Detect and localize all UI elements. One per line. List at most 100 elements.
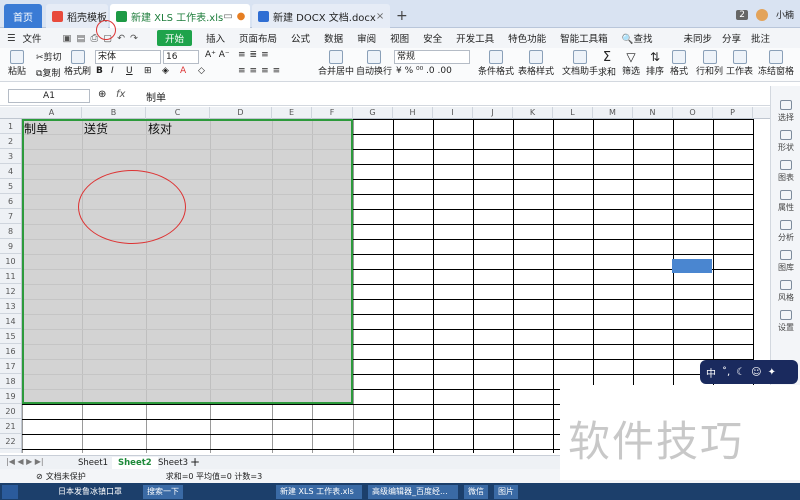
column-header-g[interactable]: G (353, 107, 393, 119)
ime-lang[interactable]: 中 (706, 365, 716, 380)
align-buttons[interactable]: ≡≡≡≡ (238, 66, 284, 76)
add-sheet-icon[interactable]: + (190, 455, 200, 469)
sidebar-item-1[interactable]: 形状 (771, 130, 800, 153)
row-header-22[interactable]: 22 (0, 434, 21, 449)
font-size-select[interactable]: 16 (163, 50, 199, 64)
sheet-nav-icon[interactable]: |◀ ◀ ▶ ▶| (6, 457, 44, 466)
underline-button[interactable]: U (126, 66, 133, 76)
menu-item-toolbox[interactable]: 智能工具箱 (560, 31, 608, 45)
clear-format-icon[interactable]: ◇ (198, 66, 205, 76)
fill-color-icon[interactable]: ◈ (162, 66, 169, 76)
share-button[interactable]: 分享 (722, 31, 741, 45)
font-select[interactable]: 宋体 (95, 50, 161, 64)
task-item-xls[interactable]: 新建 XLS 工作表.xls (276, 484, 362, 499)
border-icon[interactable]: ⊞ (144, 66, 152, 76)
column-header-a[interactable]: A (22, 107, 82, 119)
row-header-15[interactable]: 15 (0, 329, 21, 344)
new-tab-button[interactable]: + (396, 8, 408, 24)
menu-item-page-layout[interactable]: 页面布局 (239, 31, 277, 45)
task-item-browser[interactable]: 高级编辑器_百度经... (368, 484, 458, 499)
sidebar-item-4[interactable]: 分析 (771, 220, 800, 243)
column-header-i[interactable]: I (433, 107, 473, 119)
task-item-search[interactable]: 搜索一下 (143, 484, 183, 499)
column-header-o[interactable]: O (673, 107, 713, 119)
tab-home[interactable]: 首页 (4, 4, 42, 28)
moon-icon[interactable]: ☾ (736, 367, 745, 378)
format-painter-button[interactable]: 格式刷 (64, 50, 91, 77)
number-format-select[interactable]: 常规 (394, 50, 470, 64)
number-buttons[interactable]: ¥ % ⁰⁰ .0 .00 (396, 66, 452, 76)
zoom-icon[interactable]: ⊕ (98, 89, 106, 100)
sidebar-item-5[interactable]: 图库 (771, 250, 800, 273)
row-header-21[interactable]: 21 (0, 419, 21, 434)
row-header-14[interactable]: 14 (0, 314, 21, 329)
format-button[interactable]: 格式 (670, 50, 688, 77)
menu-file[interactable]: 文件 (23, 31, 42, 45)
sheet-tab-3[interactable]: Sheet3 (152, 457, 194, 469)
row-header-4[interactable]: 4 (0, 164, 21, 179)
task-item-wechat[interactable]: 微信 (464, 484, 488, 499)
column-header-m[interactable]: M (593, 107, 633, 119)
cell-b1[interactable]: 送货 (84, 120, 108, 137)
column-header-c[interactable]: C (146, 107, 210, 119)
column-header-h[interactable]: H (393, 107, 433, 119)
name-box[interactable]: A1 (8, 89, 90, 103)
row-header-18[interactable]: 18 (0, 374, 21, 389)
sheet-tab-2[interactable]: Sheet2 (112, 457, 158, 469)
sync-status[interactable]: 未同步 (683, 31, 712, 45)
sheet-tab-1[interactable]: Sheet1 (72, 457, 114, 469)
row-header-10[interactable]: 10 (0, 254, 21, 269)
row-header-5[interactable]: 5 (0, 179, 21, 194)
sidebar-item-6[interactable]: 风格 (771, 280, 800, 303)
wrap-button[interactable]: 自动换行 (356, 50, 392, 77)
tab-docx[interactable]: 新建 DOCX 文档.docx × (252, 4, 390, 28)
row-header-17[interactable]: 17 (0, 359, 21, 374)
start-icon[interactable] (2, 484, 18, 499)
column-header-d[interactable]: D (210, 107, 272, 119)
row-header-8[interactable]: 8 (0, 224, 21, 239)
column-header-b[interactable]: B (82, 107, 146, 119)
screen-icon[interactable]: ▭ (223, 11, 232, 22)
tab-xls[interactable]: 新建 XLS 工作表.xls ▭ ● (110, 4, 250, 28)
menu-item-formula[interactable]: 公式 (291, 31, 310, 45)
task-item-image[interactable]: 图片 (494, 484, 518, 499)
worksheet-button[interactable]: 工作表 (726, 50, 753, 77)
column-header-l[interactable]: L (553, 107, 593, 119)
cell-c1[interactable]: 核对 (148, 120, 172, 137)
freeze-button[interactable]: 冻结窗格 (758, 50, 794, 77)
row-header-6[interactable]: 6 (0, 194, 21, 209)
table-style-button[interactable]: 表格样式 (518, 50, 554, 77)
column-header-f[interactable]: F (312, 107, 353, 119)
row-header-12[interactable]: 12 (0, 284, 21, 299)
font-color-icon[interactable]: A (180, 66, 186, 76)
menu-item-review[interactable]: 审阅 (357, 31, 376, 45)
copy-button[interactable]: ⧉复制 (36, 66, 60, 79)
column-header-k[interactable]: K (513, 107, 553, 119)
highlighted-cell[interactable] (672, 259, 712, 273)
sidebar-item-2[interactable]: 图表 (771, 160, 800, 183)
cond-format-button[interactable]: 条件格式 (478, 50, 514, 77)
row-header-2[interactable]: 2 (0, 134, 21, 149)
italic-button[interactable]: I (111, 66, 114, 76)
window-count-badge[interactable]: 2 (736, 9, 748, 20)
rows-cols-button[interactable]: 行和列 (696, 50, 723, 77)
cut-button[interactable]: ✂剪切 (36, 50, 62, 63)
row-header-9[interactable]: 9 (0, 239, 21, 254)
cell-a1[interactable]: 制单 (24, 120, 48, 137)
column-header-n[interactable]: N (633, 107, 673, 119)
fx-icon[interactable]: fx (116, 89, 125, 100)
paste-button[interactable]: 粘贴 (8, 50, 26, 77)
ime-toolbar[interactable]: 中 ˚, ☾ ☺ ✦ (700, 360, 798, 384)
user-name[interactable]: 小楠 (776, 8, 794, 21)
avatar[interactable] (755, 8, 768, 21)
sort-button[interactable]: ⇅ 排序 (646, 50, 664, 77)
emoji-icon[interactable]: ☺ (751, 367, 761, 378)
menu-item-developer[interactable]: 开发工具 (456, 31, 494, 45)
align-top-buttons[interactable]: ≡≣≡ (238, 50, 273, 60)
row-header-3[interactable]: 3 (0, 149, 21, 164)
row-header-19[interactable]: 19 (0, 389, 21, 404)
column-header-e[interactable]: E (272, 107, 312, 119)
ime-punct-icon[interactable]: ˚, (722, 367, 730, 378)
menu-item-security[interactable]: 安全 (423, 31, 442, 45)
formula-input[interactable]: 制单 (146, 89, 166, 104)
